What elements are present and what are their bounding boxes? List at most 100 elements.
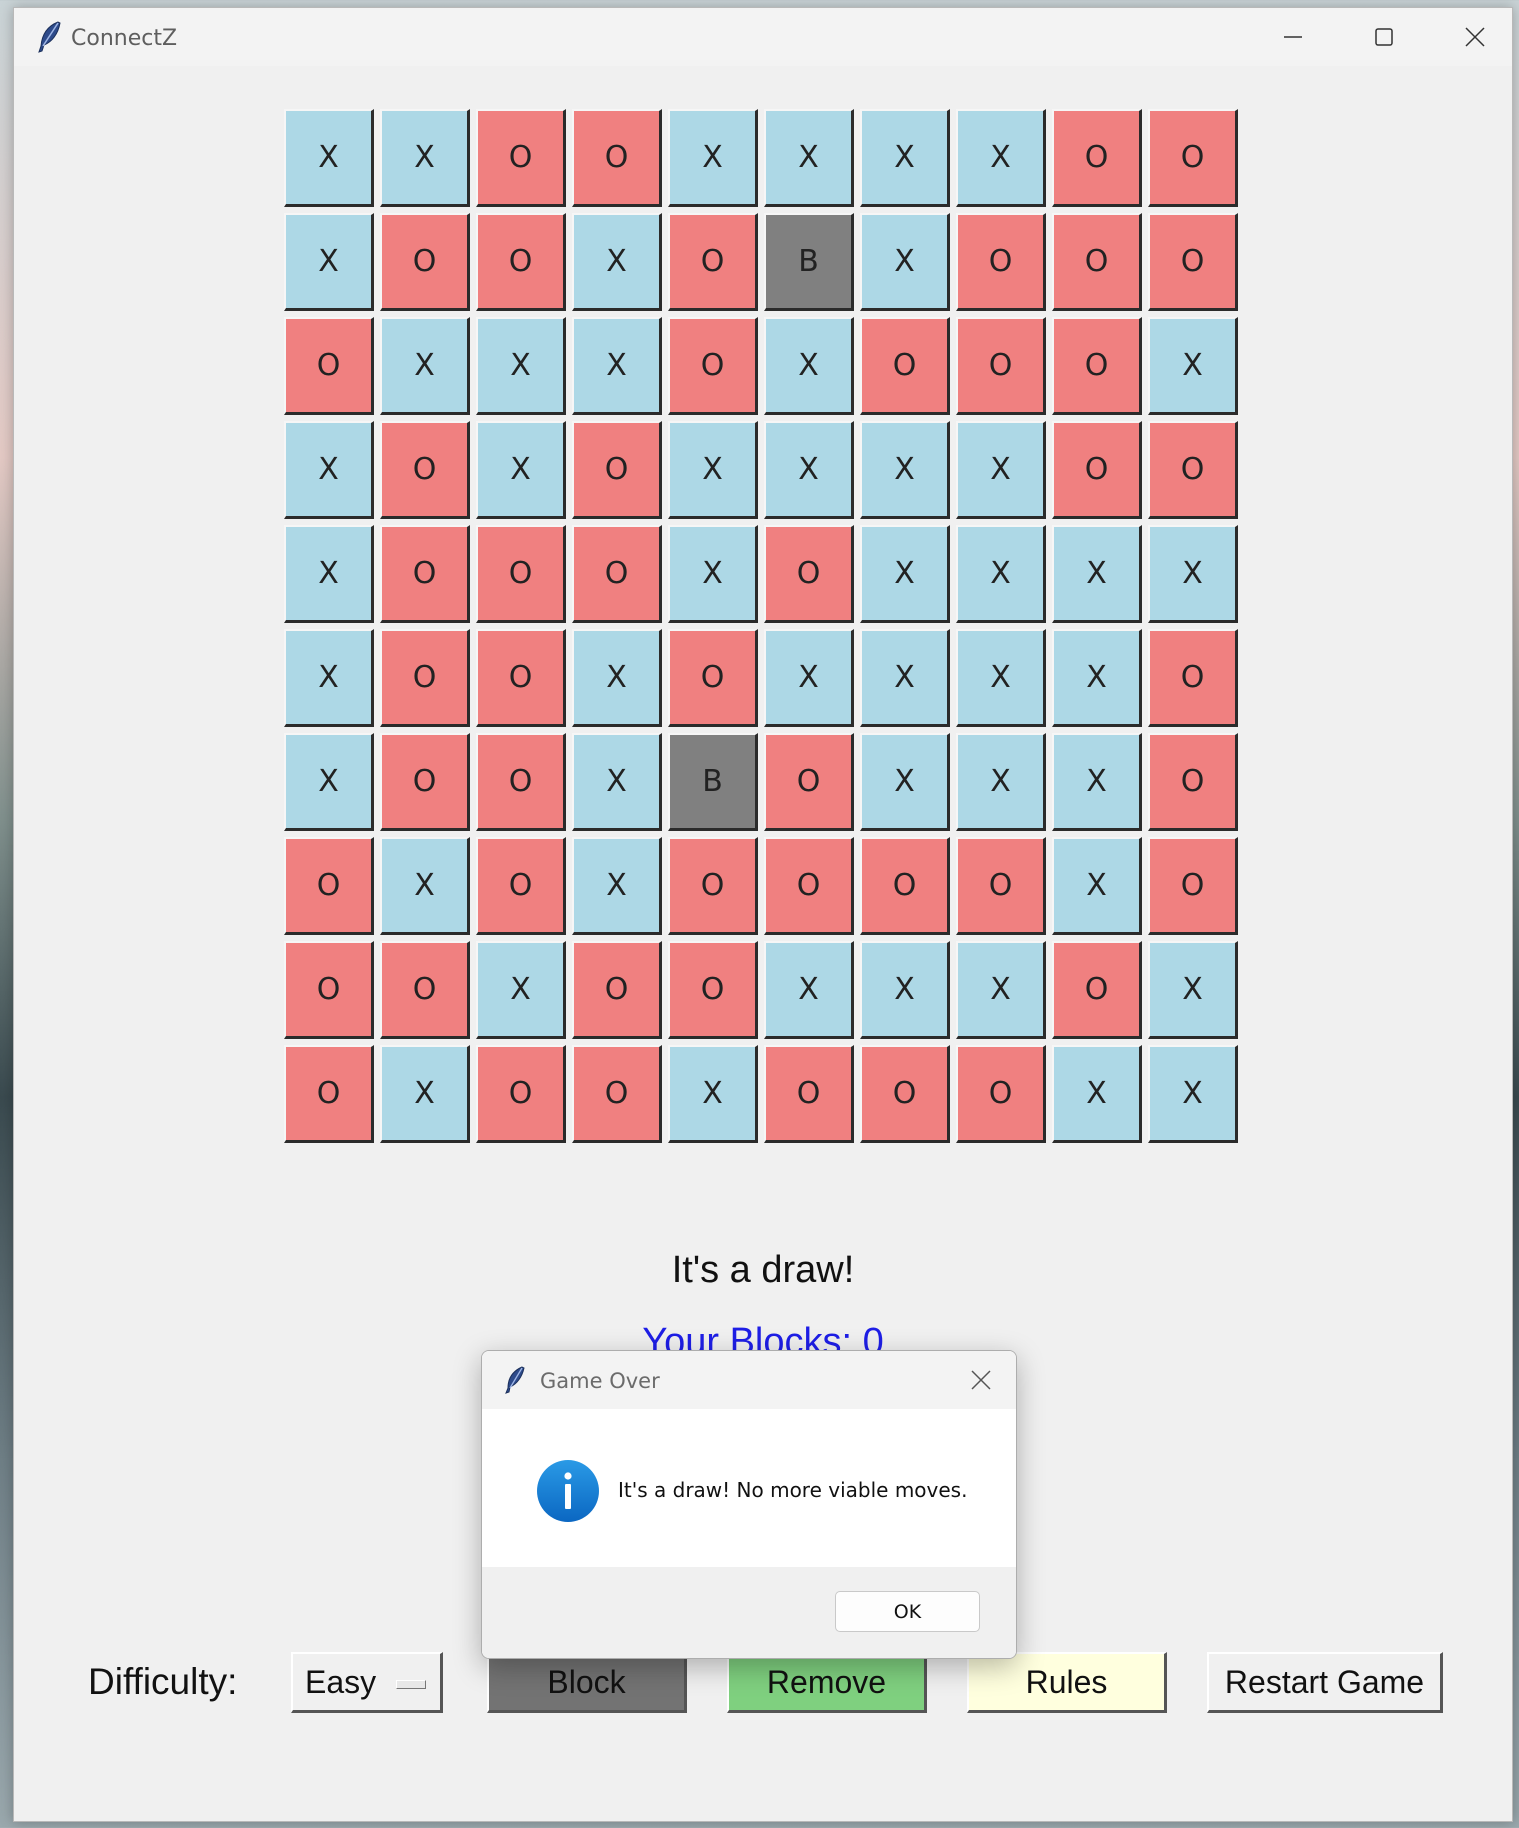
- board-cell[interactable]: X: [284, 109, 374, 207]
- difficulty-dropdown[interactable]: Easy: [291, 1652, 443, 1713]
- board-cell[interactable]: O: [476, 525, 566, 623]
- board-cell[interactable]: O: [860, 1045, 950, 1143]
- board-cell[interactable]: X: [284, 421, 374, 519]
- board-cell[interactable]: X: [380, 1045, 470, 1143]
- board-cell[interactable]: O: [572, 941, 662, 1039]
- board-cell[interactable]: O: [1148, 837, 1238, 935]
- board-cell[interactable]: O: [860, 837, 950, 935]
- board-cell[interactable]: X: [668, 1045, 758, 1143]
- board-cell[interactable]: O: [668, 317, 758, 415]
- board-cell[interactable]: O: [476, 109, 566, 207]
- board-cell[interactable]: O: [668, 837, 758, 935]
- board-cell[interactable]: X: [1052, 629, 1142, 727]
- board-cell[interactable]: O: [1148, 733, 1238, 831]
- board-cell[interactable]: O: [380, 421, 470, 519]
- board-cell[interactable]: X: [764, 109, 854, 207]
- board-cell[interactable]: O: [572, 525, 662, 623]
- board-cell[interactable]: O: [956, 837, 1046, 935]
- board-cell[interactable]: X: [572, 733, 662, 831]
- ok-button[interactable]: OK: [835, 1591, 980, 1632]
- dialog-close-button[interactable]: [946, 1351, 1016, 1409]
- board-cell[interactable]: X: [380, 837, 470, 935]
- board-cell[interactable]: X: [1052, 1045, 1142, 1143]
- board-cell[interactable]: X: [860, 629, 950, 727]
- rules-button[interactable]: Rules: [967, 1652, 1167, 1713]
- board-cell[interactable]: O: [956, 1045, 1046, 1143]
- board-cell[interactable]: O: [956, 317, 1046, 415]
- board-cell[interactable]: X: [1148, 1045, 1238, 1143]
- board-cell[interactable]: O: [668, 213, 758, 311]
- board-cell[interactable]: O: [1052, 421, 1142, 519]
- board-cell[interactable]: X: [1052, 837, 1142, 935]
- board-cell[interactable]: X: [284, 213, 374, 311]
- board-cell[interactable]: O: [1148, 421, 1238, 519]
- block-button[interactable]: Block: [487, 1652, 687, 1713]
- board-cell[interactable]: O: [860, 317, 950, 415]
- board-cell[interactable]: X: [572, 317, 662, 415]
- board-cell[interactable]: X: [668, 109, 758, 207]
- board-cell[interactable]: O: [284, 1045, 374, 1143]
- board-cell[interactable]: X: [764, 317, 854, 415]
- board-cell[interactable]: X: [476, 941, 566, 1039]
- board-cell[interactable]: X: [860, 109, 950, 207]
- board-cell[interactable]: O: [764, 1045, 854, 1143]
- board-cell[interactable]: X: [764, 421, 854, 519]
- board-cell[interactable]: X: [860, 733, 950, 831]
- board-cell[interactable]: O: [956, 213, 1046, 311]
- board-cell[interactable]: O: [380, 213, 470, 311]
- board-cell[interactable]: X: [380, 109, 470, 207]
- board-cell[interactable]: O: [764, 525, 854, 623]
- board-cell[interactable]: O: [380, 525, 470, 623]
- board-cell[interactable]: O: [284, 317, 374, 415]
- board-cell[interactable]: X: [1148, 317, 1238, 415]
- restart-game-button[interactable]: Restart Game: [1207, 1652, 1443, 1713]
- board-cell[interactable]: O: [1148, 109, 1238, 207]
- board-cell[interactable]: X: [860, 213, 950, 311]
- board-cell[interactable]: O: [1052, 109, 1142, 207]
- board-cell[interactable]: O: [284, 941, 374, 1039]
- board-cell[interactable]: O: [764, 733, 854, 831]
- board-cell[interactable]: X: [476, 421, 566, 519]
- board-cell[interactable]: X: [956, 629, 1046, 727]
- board-cell[interactable]: O: [668, 941, 758, 1039]
- board-cell[interactable]: O: [476, 213, 566, 311]
- board-cell[interactable]: O: [1052, 213, 1142, 311]
- board-cell[interactable]: X: [284, 733, 374, 831]
- board-cell[interactable]: X: [860, 421, 950, 519]
- board-cell[interactable]: O: [476, 837, 566, 935]
- maximize-button[interactable]: [1339, 8, 1429, 66]
- board-cell[interactable]: X: [860, 525, 950, 623]
- board-cell[interactable]: X: [1052, 525, 1142, 623]
- board-cell[interactable]: X: [956, 421, 1046, 519]
- board-cell[interactable]: X: [668, 525, 758, 623]
- board-cell[interactable]: O: [764, 837, 854, 935]
- minimize-button[interactable]: [1248, 8, 1338, 66]
- board-cell[interactable]: X: [956, 525, 1046, 623]
- board-cell[interactable]: X: [668, 421, 758, 519]
- board-cell[interactable]: O: [380, 629, 470, 727]
- board-cell[interactable]: O: [1052, 317, 1142, 415]
- board-cell[interactable]: X: [1148, 941, 1238, 1039]
- board-cell[interactable]: X: [476, 317, 566, 415]
- board-cell[interactable]: X: [860, 941, 950, 1039]
- board-cell[interactable]: O: [1052, 941, 1142, 1039]
- board-cell[interactable]: B: [668, 733, 758, 831]
- board-cell[interactable]: X: [572, 837, 662, 935]
- board-cell[interactable]: O: [284, 837, 374, 935]
- board-cell[interactable]: O: [1148, 213, 1238, 311]
- board-cell[interactable]: X: [284, 525, 374, 623]
- board-cell[interactable]: X: [1148, 525, 1238, 623]
- board-cell[interactable]: X: [764, 941, 854, 1039]
- board-cell[interactable]: B: [764, 213, 854, 311]
- board-cell[interactable]: O: [572, 109, 662, 207]
- board-cell[interactable]: O: [380, 733, 470, 831]
- board-cell[interactable]: X: [764, 629, 854, 727]
- board-cell[interactable]: O: [476, 629, 566, 727]
- board-cell[interactable]: O: [1148, 629, 1238, 727]
- board-cell[interactable]: X: [1052, 733, 1142, 831]
- board-cell[interactable]: O: [380, 941, 470, 1039]
- board-cell[interactable]: X: [380, 317, 470, 415]
- board-cell[interactable]: O: [572, 1045, 662, 1143]
- board-cell[interactable]: O: [572, 421, 662, 519]
- board-cell[interactable]: X: [572, 213, 662, 311]
